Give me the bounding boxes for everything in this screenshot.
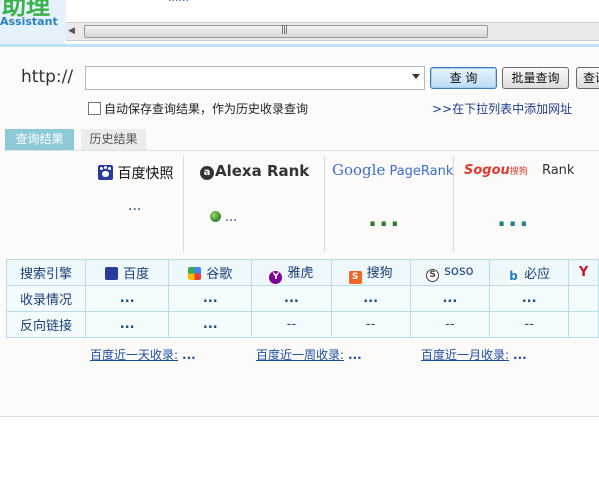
tab-query-results[interactable]: 查询结果	[5, 129, 74, 150]
autosave-option[interactable]: 自动保存查询结果，作为历史收录查询	[88, 100, 308, 117]
tab-history-results[interactable]: 历史结果	[81, 129, 146, 150]
row-header-indexed: 收录情况	[5, 285, 87, 312]
baidu-icon	[98, 165, 113, 180]
globe-icon	[210, 211, 221, 222]
alexa-icon: a	[200, 166, 214, 180]
alexa-rank-label: Rank	[261, 162, 310, 180]
url-input[interactable]	[88, 68, 412, 90]
scroll-left-icon[interactable]: ◀	[68, 26, 75, 36]
backlinks-cell	[568, 311, 599, 338]
engine-name: 雅虎	[287, 265, 314, 281]
backlinks-cell: --	[489, 311, 570, 338]
pagerank-label: PageRank	[385, 164, 454, 179]
engine-header-bing[interactable]: b 必应	[489, 259, 570, 286]
alexa-value[interactable]: ...	[225, 210, 237, 225]
engine-header-sogou[interactable]: S 搜狗	[330, 259, 411, 286]
indexed-cell[interactable]: ...	[489, 285, 570, 312]
backlinks-cell: --	[409, 311, 491, 338]
table-row: 反向链接 ... ... -- -- -- --	[5, 311, 599, 338]
engine-header-google[interactable]: 谷歌	[168, 259, 253, 286]
rank-divider	[453, 156, 454, 252]
indexed-cell[interactable]: ...	[330, 285, 411, 312]
blank-area	[0, 417, 599, 481]
app-logo: 助理 Assistant	[0, 0, 66, 44]
engine-name: 必应	[524, 266, 551, 282]
engine-header-baidu[interactable]: 百度	[85, 259, 170, 286]
recent-month-label[interactable]: 百度近一月收录:	[421, 348, 509, 362]
recent-week-value: ...	[348, 348, 362, 362]
alexa-label: Alexa	[215, 162, 262, 180]
table-row: 收录情况 ... ... ... ... ... ...	[5, 285, 599, 312]
baidu-snapshot-title: 百度快照	[98, 163, 173, 183]
recent-month-value: ...	[513, 348, 527, 362]
yahoo-partial-icon: Y	[578, 265, 589, 280]
backlinks-cell[interactable]: ...	[85, 311, 170, 338]
sogou-cn-label: 搜狗	[509, 167, 528, 177]
backlinks-cell[interactable]: ...	[168, 311, 253, 338]
logo-subtitle: Assistant	[0, 15, 58, 28]
row-header-engine: 搜索引擎	[5, 259, 87, 286]
recent-week-link[interactable]: 百度近一周收录:...	[256, 346, 362, 363]
engine-name: 谷歌	[206, 267, 233, 282]
indexed-cell	[568, 285, 599, 312]
google-pagerank-value[interactable]: ...	[368, 204, 401, 232]
alexa-value-row: ...	[210, 210, 237, 225]
rank-divider	[324, 156, 325, 252]
top-link[interactable]: ······	[168, 0, 189, 7]
recent-month-link[interactable]: 百度近一月收录:...	[421, 346, 527, 363]
engine-name: 百度	[123, 267, 150, 282]
batch-query-button[interactable]: 批量查询	[502, 67, 569, 89]
header-divider	[0, 44, 599, 47]
url-combobox[interactable]	[85, 66, 425, 90]
engine-name: soso	[444, 263, 474, 279]
google-pagerank-title: Google PageRank	[332, 161, 453, 179]
engine-header-yahoo[interactable]: Y 雅虎	[251, 259, 332, 286]
indexed-cell[interactable]: ...	[168, 285, 253, 312]
sogou-rank-title: Sogou搜狗 Rank	[464, 163, 574, 178]
query-panel: http:// 查 询 批量查询 查询 自动保存查询结果，作为历史收录查询 >>…	[0, 48, 599, 417]
baidu-snapshot-label: 百度快照	[117, 166, 174, 182]
row-header-backlinks: 反向链接	[5, 311, 87, 338]
table-row: 搜索引擎 百度 谷歌 Y 雅虎 S 搜狗 Ssoso b 必应 Y	[5, 259, 599, 286]
recent-day-label[interactable]: 百度近一天收录:	[90, 348, 178, 362]
chevron-down-icon[interactable]	[412, 74, 420, 79]
autosave-label: 自动保存查询结果，作为历史收录查询	[104, 102, 309, 116]
recent-day-value: ...	[182, 348, 196, 362]
top-header: 助理 Assistant ······ ◀ |||	[0, 0, 599, 48]
engine-table: 搜索引擎 百度 谷歌 Y 雅虎 S 搜狗 Ssoso b 必应 Y 收录情况 ... …	[5, 259, 599, 338]
soso-icon: S	[426, 268, 440, 282]
add-url-link[interactable]: >>在下拉列表中添加网址	[432, 100, 572, 117]
indexed-cell[interactable]: ...	[251, 285, 332, 312]
indexed-cell[interactable]: ...	[409, 285, 491, 312]
recent-week-label[interactable]: 百度近一周收录:	[256, 348, 344, 362]
rank-divider	[183, 156, 184, 252]
tab-divider	[5, 150, 599, 151]
engine-header-yahoo-partial[interactable]: Y	[568, 259, 599, 286]
sogou-logo: Sogou	[464, 163, 510, 178]
horizontal-scrollbar[interactable]: ◀ |||	[66, 22, 599, 41]
bing-icon: b	[508, 268, 520, 283]
google-icon	[188, 267, 202, 280]
sogou-rank-label: Rank	[541, 163, 575, 178]
yahoo-icon: Y	[269, 270, 283, 284]
google-logo: Google	[332, 161, 386, 179]
backlinks-cell: --	[251, 311, 332, 338]
autosave-checkbox[interactable]	[88, 102, 101, 115]
baidu-snapshot-value[interactable]: ...	[128, 198, 141, 214]
sogou-icon: S	[348, 270, 362, 284]
indexed-cell[interactable]: ...	[85, 285, 170, 312]
sogou-rank-value[interactable]: ...	[497, 204, 530, 232]
recent-day-link[interactable]: 百度近一天收录:...	[90, 346, 196, 363]
engine-name: 搜狗	[366, 265, 393, 281]
protocol-label: http://	[21, 67, 74, 87]
backlinks-cell: --	[330, 311, 411, 338]
grip-icon: |||	[281, 25, 288, 35]
engine-header-soso[interactable]: Ssoso	[409, 259, 491, 286]
query-button[interactable]: 查 询	[430, 67, 497, 89]
more-query-button[interactable]: 查询	[576, 67, 599, 89]
scrollbar-thumb[interactable]: |||	[84, 25, 488, 38]
alexa-rank-title: a Alexa Rank	[200, 162, 309, 180]
baidu-icon	[105, 267, 119, 280]
